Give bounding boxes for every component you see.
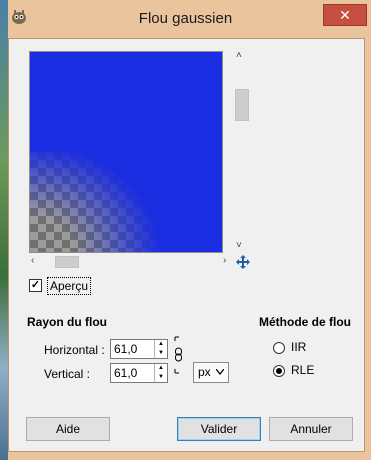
chain-link-icon[interactable] — [174, 336, 184, 374]
transparency-checkerboard — [30, 152, 180, 252]
cancel-button[interactable]: Annuler — [269, 417, 353, 441]
desktop-background — [0, 0, 8, 460]
ok-button[interactable]: Valider — [177, 417, 261, 441]
radio-rle-label[interactable]: RLE — [291, 363, 314, 377]
vertical-label: Vertical : — [44, 367, 91, 381]
vertical-scroll-thumb[interactable] — [235, 89, 249, 121]
unit-select[interactable]: px — [193, 362, 229, 383]
scroll-right-icon[interactable]: › — [223, 256, 226, 266]
navigate-move-icon[interactable] — [235, 254, 251, 270]
preview-area[interactable] — [29, 51, 223, 253]
vertical-scrollbar[interactable]: ˄ ˅ — [233, 51, 249, 253]
horizontal-label: Horizontal : — [44, 343, 105, 357]
dialog-content: ˄ ˅ ‹ › ✓ Aperçu Rayon du flou Horizonta… — [8, 38, 365, 452]
preview-checkbox[interactable]: ✓ — [29, 279, 42, 292]
horizontal-input[interactable] — [111, 340, 154, 358]
horizontal-spinbox[interactable]: ▲ ▼ — [110, 339, 168, 359]
unit-value: px — [198, 365, 211, 379]
vertical-spinbox[interactable]: ▲ ▼ — [110, 363, 168, 383]
blur-radius-title: Rayon du flou — [27, 315, 107, 329]
dialog-window: Flou gaussien ✕ ˄ ˅ ‹ › ✓ Aperçu Rayon d… — [0, 0, 371, 460]
scroll-left-icon[interactable]: ‹ — [31, 256, 34, 266]
spin-down-icon[interactable]: ▼ — [155, 349, 167, 358]
window-title: Flou gaussien — [138, 10, 233, 27]
spin-up-icon[interactable]: ▲ — [155, 364, 167, 373]
horizontal-scroll-thumb[interactable] — [55, 256, 79, 268]
radio-rle[interactable] — [273, 365, 285, 377]
preview-label[interactable]: Aperçu — [47, 277, 92, 295]
chevron-down-icon — [216, 369, 224, 375]
spin-down-icon[interactable]: ▼ — [155, 373, 167, 382]
help-button[interactable]: Aide — [26, 417, 110, 441]
spin-up-icon[interactable]: ▲ — [155, 340, 167, 349]
radio-iir[interactable] — [273, 342, 285, 354]
title-bar[interactable]: Flou gaussien ✕ — [0, 0, 371, 38]
scroll-down-icon[interactable]: ˅ — [236, 241, 242, 251]
blur-method-title: Méthode de flou — [259, 315, 351, 329]
horizontal-scrollbar[interactable]: ‹ › — [29, 255, 233, 269]
close-button[interactable]: ✕ — [323, 4, 367, 26]
scroll-up-icon[interactable]: ˄ — [236, 51, 242, 61]
vertical-input[interactable] — [111, 364, 154, 382]
radio-iir-label[interactable]: IIR — [291, 340, 306, 354]
